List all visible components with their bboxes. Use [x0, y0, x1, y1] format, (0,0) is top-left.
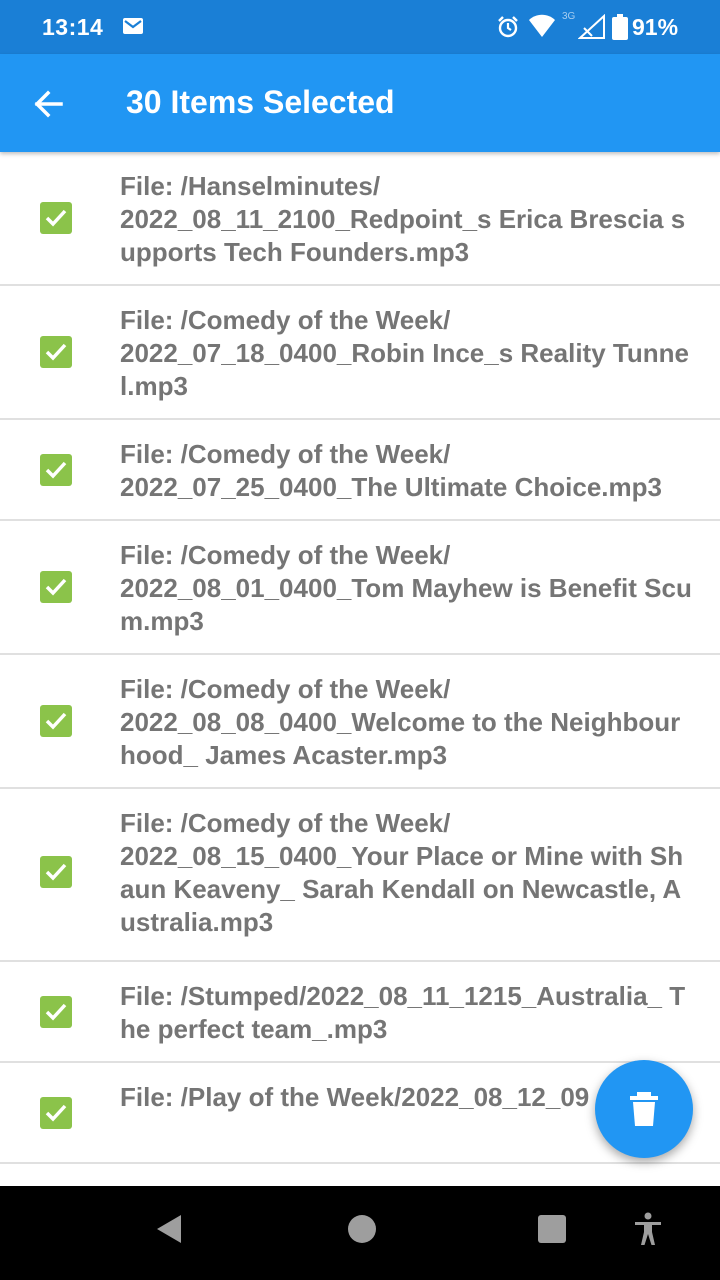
check-icon [45, 578, 67, 596]
delete-button[interactable] [595, 1060, 693, 1158]
list-item[interactable]: File: /Comedy of the Week/ 2022_07_18_04… [0, 286, 720, 420]
file-path: File: /Comedy of the Week/ 2022_07_25_04… [120, 439, 662, 502]
check-icon [45, 712, 67, 730]
file-path: File: /Comedy of the Week/ 2022_07_18_04… [120, 305, 689, 401]
list-item[interactable]: File: /Stumped/2022_08_11_1215_Australia… [0, 962, 720, 1063]
nav-home-icon[interactable] [348, 1215, 376, 1243]
check-icon [45, 461, 67, 479]
file-path: File: /Comedy of the Week/ 2022_08_08_04… [120, 674, 681, 770]
file-path: File: /Hanselminutes/ 2022_08_11_2100_Re… [120, 171, 686, 267]
file-list[interactable]: File: /Hanselminutes/ 2022_08_11_2100_Re… [0, 152, 720, 1186]
file-path: File: /Comedy of the Week/ 2022_08_01_04… [120, 540, 692, 636]
nav-recents-icon[interactable] [538, 1215, 566, 1243]
checkbox[interactable] [40, 1097, 72, 1129]
network-type: 3G [562, 11, 576, 22]
status-time: 13:14 [42, 14, 104, 40]
nav-back-icon[interactable] [155, 1213, 183, 1245]
checkbox[interactable] [40, 454, 72, 486]
list-item[interactable]: File: /Comedy of the Week/ 2022_07_25_04… [0, 420, 720, 521]
accessibility-icon[interactable] [632, 1212, 664, 1246]
checkbox[interactable] [40, 202, 72, 234]
wifi-icon [529, 14, 555, 37]
file-path: File: /Stumped/2022_08_11_1215_Australia… [120, 981, 686, 1044]
app-bar: 30 Items Selected [0, 54, 720, 152]
signal-icon [578, 14, 605, 39]
check-icon [45, 1104, 67, 1122]
checkbox[interactable] [40, 996, 72, 1028]
list-item[interactable]: File: /Hanselminutes/ 2022_08_11_2100_Re… [0, 152, 720, 286]
page-title: 30 Items Selected [126, 84, 395, 120]
trash-icon [630, 1092, 658, 1126]
navigation-bar [0, 1186, 720, 1280]
list-item[interactable]: File: /Comedy of the Week/ 2022_08_15_04… [0, 789, 720, 962]
mail-icon [123, 18, 143, 34]
alarm-icon [498, 16, 518, 38]
check-icon [45, 1003, 67, 1021]
check-icon [45, 209, 67, 227]
checkbox[interactable] [40, 856, 72, 888]
check-icon [45, 863, 67, 881]
arrow-left-icon[interactable] [24, 79, 74, 129]
status-bar: 13:14 3G 91% [0, 0, 720, 54]
battery-percentage: 91% [632, 14, 679, 40]
battery-icon [612, 14, 628, 40]
file-path: File: /Play of the Week/2022_08_12_09 Cl… [120, 1082, 590, 1112]
list-item[interactable]: File: /Comedy of the Week/ 2022_08_08_04… [0, 655, 720, 789]
checkbox[interactable] [40, 705, 72, 737]
checkbox[interactable] [40, 336, 72, 368]
checkbox[interactable] [40, 571, 72, 603]
file-path: File: /Comedy of the Week/ 2022_08_15_04… [120, 808, 684, 937]
list-item[interactable]: File: /Comedy of the Week/ 2022_08_01_04… [0, 521, 720, 655]
check-icon [45, 343, 67, 361]
